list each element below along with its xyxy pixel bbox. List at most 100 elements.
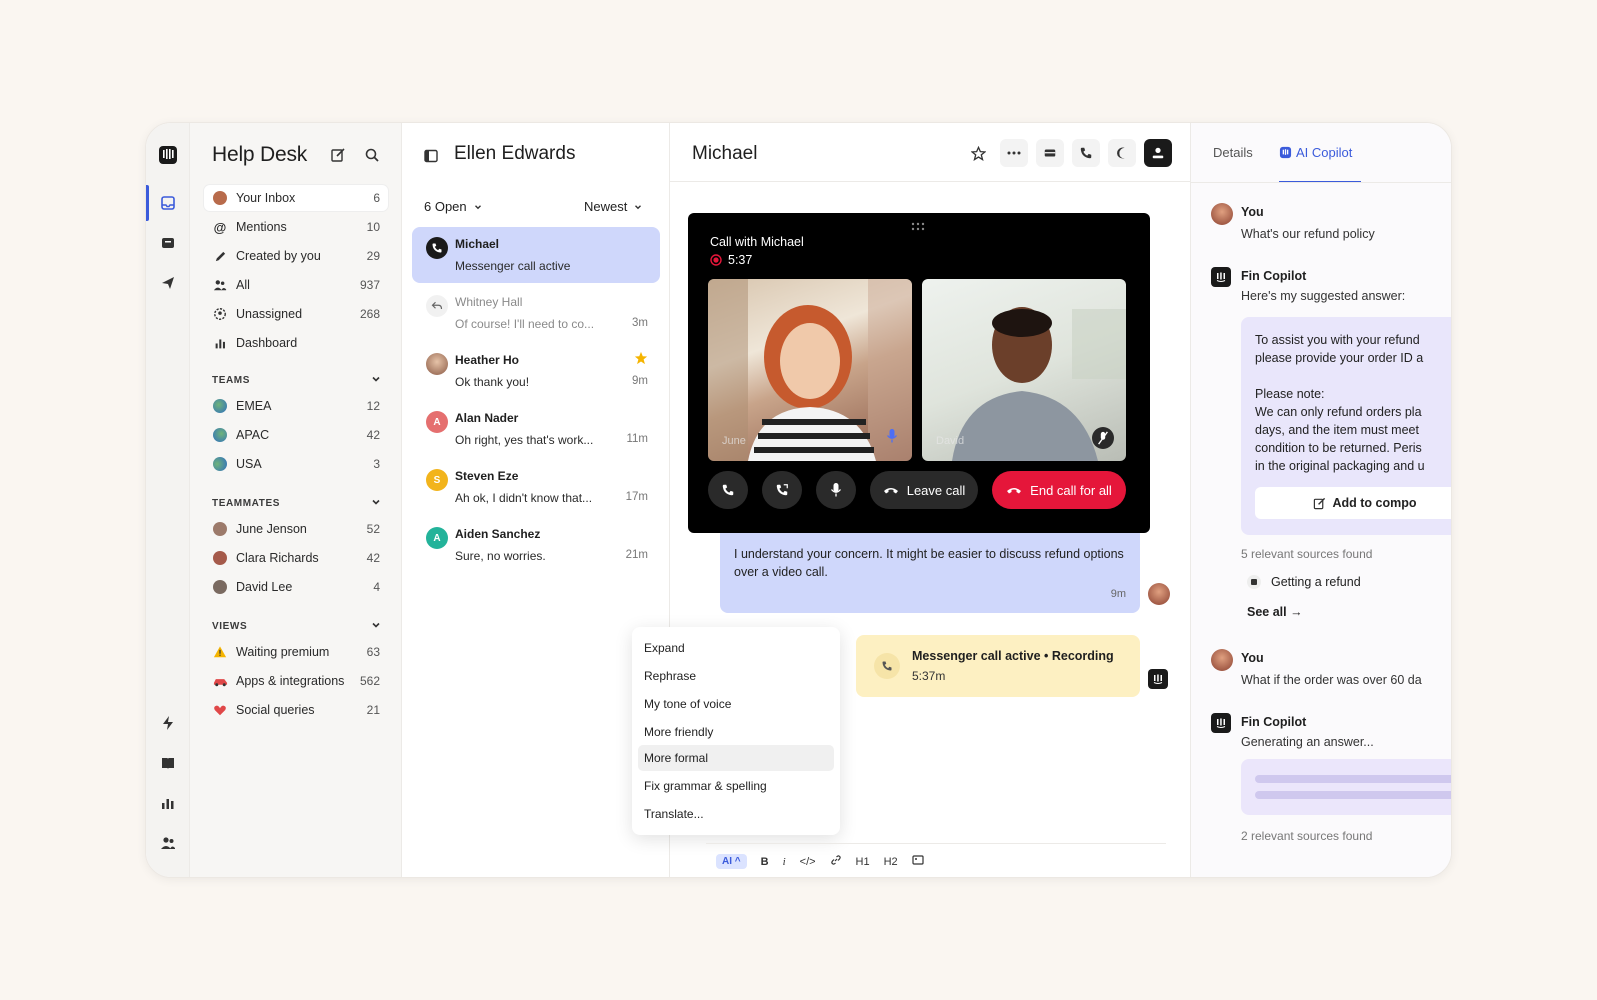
menu-item-translate[interactable]: Translate...	[638, 801, 834, 827]
snooze-button[interactable]	[1036, 139, 1064, 167]
video-tile-june[interactable]: June	[708, 279, 912, 461]
link-icon[interactable]	[830, 854, 842, 869]
app-window: Help Desk Your Inbox 6 @ Mentions 10 Cre…	[145, 122, 1452, 878]
nav-mentions[interactable]: @ Mentions 10	[204, 214, 388, 240]
ai-button[interactable]: AI ^	[716, 854, 747, 869]
globe-icon	[212, 398, 228, 414]
call-transfer-button[interactable]	[762, 471, 802, 509]
search-icon[interactable]	[364, 147, 380, 168]
end-call-for-all-button[interactable]: End call for all	[992, 471, 1126, 509]
assign-button[interactable]	[1144, 139, 1172, 167]
nav-created-by-you[interactable]: Created by you 29	[204, 243, 388, 269]
conversation-name: Steven Eze	[455, 469, 519, 483]
nav-teammate-june[interactable]: June Jenson 52	[204, 516, 388, 542]
nav-count: 42	[366, 428, 380, 442]
copilot-panel: Details AI Copilot You What's our refund…	[1190, 123, 1451, 877]
conversation-preview: Ah ok, I didn't know that...	[455, 491, 593, 505]
globe-icon	[212, 427, 228, 443]
conversation-list: Ellen Edwards 6 Open Newest Michael Mess…	[402, 123, 670, 877]
nav-count: 63	[366, 645, 380, 659]
automation-icon[interactable]	[158, 713, 178, 733]
conversation-item[interactable]: Heather Ho Ok thank you! 9m	[412, 343, 660, 399]
chevron-down-icon[interactable]	[370, 372, 382, 390]
outbound-icon[interactable]	[158, 273, 178, 293]
conversation-item[interactable]: Michael Messenger call active	[412, 227, 660, 283]
tab-ai-copilot[interactable]: AI Copilot	[1279, 145, 1352, 160]
compose-icon[interactable]	[330, 147, 346, 168]
chevron-down-icon[interactable]	[370, 618, 382, 636]
menu-item-expand[interactable]: Expand	[638, 635, 834, 661]
panel-toggle-icon[interactable]	[424, 149, 438, 168]
drag-handle-icon[interactable]	[911, 219, 925, 237]
conversation-item[interactable]: Whitney Hall Of course! I'll need to co.…	[412, 285, 660, 341]
conversation-preview: Sure, no worries.	[455, 549, 546, 563]
knowledge-book-icon[interactable]	[158, 753, 178, 773]
conversation-name: Heather Ho	[455, 353, 520, 367]
nav-team-usa[interactable]: USA 3	[204, 451, 388, 477]
see-all-link[interactable]: See all →	[1247, 605, 1303, 619]
messages-icon[interactable]	[158, 233, 178, 253]
nav-all[interactable]: All 937	[204, 272, 388, 298]
participant-video-icon	[708, 279, 912, 461]
sort-dropdown[interactable]: Newest	[584, 199, 643, 214]
code-button[interactable]: </>	[800, 856, 816, 868]
chevron-down-icon[interactable]	[370, 495, 382, 513]
hang-up-icon	[1007, 488, 1022, 494]
menu-item-more-friendly[interactable]: More friendly	[638, 719, 834, 745]
menu-item-fix-grammar[interactable]: Fix grammar & spelling	[638, 773, 834, 799]
menu-item-tone[interactable]: My tone of voice	[638, 691, 834, 717]
nav-label: Mentions	[236, 220, 287, 234]
nav-unassigned[interactable]: Unassigned 268	[204, 301, 388, 327]
nav-count: 12	[366, 399, 380, 413]
reports-icon[interactable]	[158, 793, 178, 813]
menu-item-rephrase[interactable]: Rephrase	[638, 663, 834, 689]
nav-teammate-david[interactable]: David Lee 4	[204, 574, 388, 600]
more-button[interactable]	[1000, 139, 1028, 167]
answer-line: please provide your order ID a	[1255, 351, 1424, 365]
nav-count: 29	[366, 249, 380, 263]
nav-count: 52	[366, 522, 380, 536]
star-icon[interactable]	[634, 351, 648, 370]
nav-view-waiting-premium[interactable]: Waiting premium 63	[204, 639, 388, 665]
tab-details[interactable]: Details	[1213, 145, 1253, 160]
note-title: Messenger call active • Recording	[912, 649, 1114, 663]
star-button[interactable]	[964, 139, 992, 167]
nav-team-apac[interactable]: APAC 42	[204, 422, 388, 448]
add-to-composer-button[interactable]: Add to compo	[1255, 487, 1451, 519]
app-logo-icon[interactable]	[158, 145, 178, 165]
heading2-button[interactable]: H2	[884, 856, 898, 868]
conversation-time: 11m	[626, 433, 648, 445]
inbox-icon[interactable]	[158, 193, 178, 213]
conversation-item[interactable]: S Steven Eze Ah ok, I didn't know that..…	[412, 459, 660, 515]
nav-team-emea[interactable]: EMEA 12	[204, 393, 388, 419]
nav-view-apps-integrations[interactable]: Apps & integrations 562	[204, 668, 388, 694]
menu-item-more-formal[interactable]: More formal	[638, 745, 834, 771]
call-phone-button[interactable]	[708, 471, 748, 509]
insert-image-icon[interactable]	[912, 854, 924, 869]
heading1-button[interactable]: H1	[856, 856, 870, 868]
mic-muted-icon	[1092, 427, 1114, 449]
globe-icon	[212, 456, 228, 472]
ai-rewrite-menu: Expand Rephrase My tone of voice More fr…	[632, 627, 840, 835]
contacts-icon[interactable]	[158, 833, 178, 853]
conversation-item[interactable]: A Alan Nader Oh right, yes that's work..…	[412, 401, 660, 457]
bold-button[interactable]: B	[761, 856, 769, 868]
skeleton-bar	[1255, 791, 1451, 799]
italic-button[interactable]: i	[783, 856, 786, 868]
header-divider	[670, 181, 1190, 182]
nav-your-inbox[interactable]: Your Inbox 6	[204, 185, 388, 211]
inbox-owner-title: Ellen Edwards	[454, 143, 576, 164]
call-button[interactable]	[1072, 139, 1100, 167]
nav-teammate-clara[interactable]: Clara Richards 42	[204, 545, 388, 571]
snooze-moon-button[interactable]	[1108, 139, 1136, 167]
call-mute-button[interactable]	[816, 471, 856, 509]
source-item[interactable]: Getting a refund	[1247, 575, 1361, 589]
answer-line: To assist you with your refund	[1255, 333, 1420, 347]
leave-call-button[interactable]: Leave call	[870, 471, 978, 509]
nav-dashboard[interactable]: Dashboard	[204, 330, 388, 356]
avatar-icon	[212, 190, 228, 206]
status-filter-dropdown[interactable]: 6 Open	[424, 199, 483, 214]
nav-view-social-queries[interactable]: Social queries 21	[204, 697, 388, 723]
conversation-item[interactable]: A Aiden Sanchez Sure, no worries. 21m	[412, 517, 660, 573]
video-tile-david[interactable]: David	[922, 279, 1126, 461]
